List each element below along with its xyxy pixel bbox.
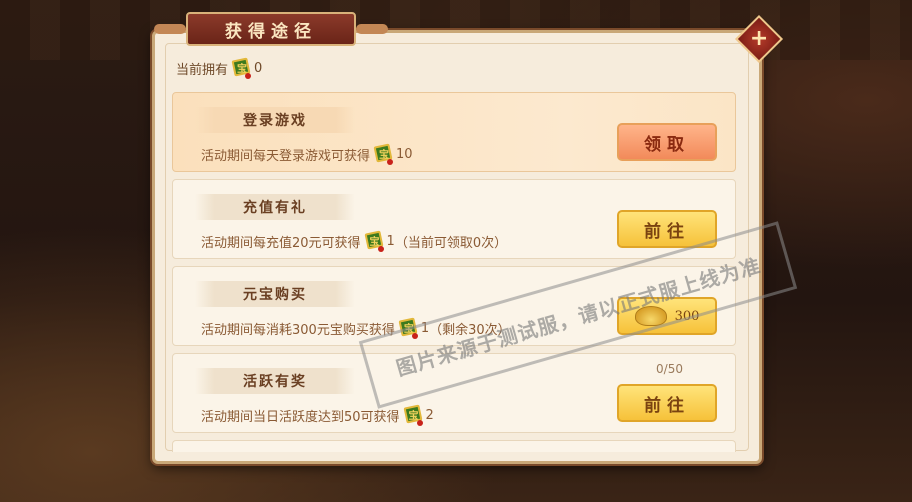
- task-desc-text: 活动期间每天登录游戏可获得: [201, 148, 371, 164]
- task-reward-amount: 1: [420, 320, 430, 336]
- task-reward-amount: 10: [396, 146, 413, 162]
- green-token-icon: 宝: [364, 230, 384, 252]
- dialog-title: 获得途径: [225, 21, 317, 42]
- task-desc-suffix: （剩余30次）: [429, 322, 511, 338]
- task-row-partial: [172, 440, 736, 452]
- task-reward-amount: 2: [425, 407, 434, 423]
- go-button[interactable]: 前往: [617, 210, 717, 248]
- green-token-icon: 宝: [403, 404, 423, 426]
- task-title: 活跃有奖: [195, 368, 355, 394]
- task-desc-suffix: （当前可领取0次）: [394, 235, 508, 251]
- task-description: 活动期间每充值20元可获得 宝 1 （当前可领取0次）: [201, 230, 507, 252]
- buy-with-ingot-button[interactable]: 300: [617, 297, 717, 335]
- task-description: 活动期间每消耗300元宝购买获得 宝 1 （剩余30次）: [201, 317, 511, 339]
- task-row-ingot-purchase: 元宝购买 活动期间每消耗300元宝购买获得 宝 1 （剩余30次） 300: [172, 266, 736, 346]
- green-token-icon: 宝: [231, 57, 252, 79]
- task-description: 活动期间当日活跃度达到50可获得 宝 2: [201, 404, 434, 426]
- dialog-title-tab: 获得途径: [154, 12, 388, 46]
- go-button[interactable]: 前往: [617, 384, 717, 422]
- ingot-price: 300: [674, 308, 700, 324]
- owned-count: 当前拥有 宝 0: [176, 57, 262, 79]
- claim-button[interactable]: 领取: [617, 123, 717, 161]
- task-row-login: 登录游戏 活动期间每天登录游戏可获得 宝 10 领取: [172, 92, 736, 172]
- activity-progress: 0/50: [656, 362, 683, 376]
- task-title: 元宝购买: [195, 281, 355, 307]
- gold-ingot-icon: [634, 306, 667, 326]
- task-title: 登录游戏: [195, 107, 355, 133]
- owned-label: 当前拥有: [176, 62, 229, 78]
- task-list: 登录游戏 活动期间每天登录游戏可获得 宝 10 领取 充值有礼 活动期间每充值2…: [172, 92, 736, 452]
- close-icon: +: [749, 26, 769, 51]
- task-reward-amount: 1: [386, 233, 395, 249]
- task-row-recharge: 充值有礼 活动期间每充值20元可获得 宝 1 （当前可领取0次） 前往: [172, 179, 736, 259]
- task-title: 充值有礼: [195, 194, 355, 220]
- green-token-icon: 宝: [373, 143, 394, 165]
- owned-value: 0: [254, 60, 263, 76]
- task-desc-text: 活动期间当日活跃度达到50可获得: [201, 409, 400, 425]
- task-row-activity: 活跃有奖 0/50 活动期间当日活跃度达到50可获得 宝 2 前往: [172, 353, 736, 433]
- task-desc-text: 活动期间每充值20元可获得: [201, 235, 361, 251]
- task-desc-text: 活动期间每消耗300元宝购买获得: [201, 322, 395, 338]
- task-description: 活动期间每天登录游戏可获得 宝 10: [201, 143, 413, 165]
- green-token-icon: 宝: [398, 317, 418, 339]
